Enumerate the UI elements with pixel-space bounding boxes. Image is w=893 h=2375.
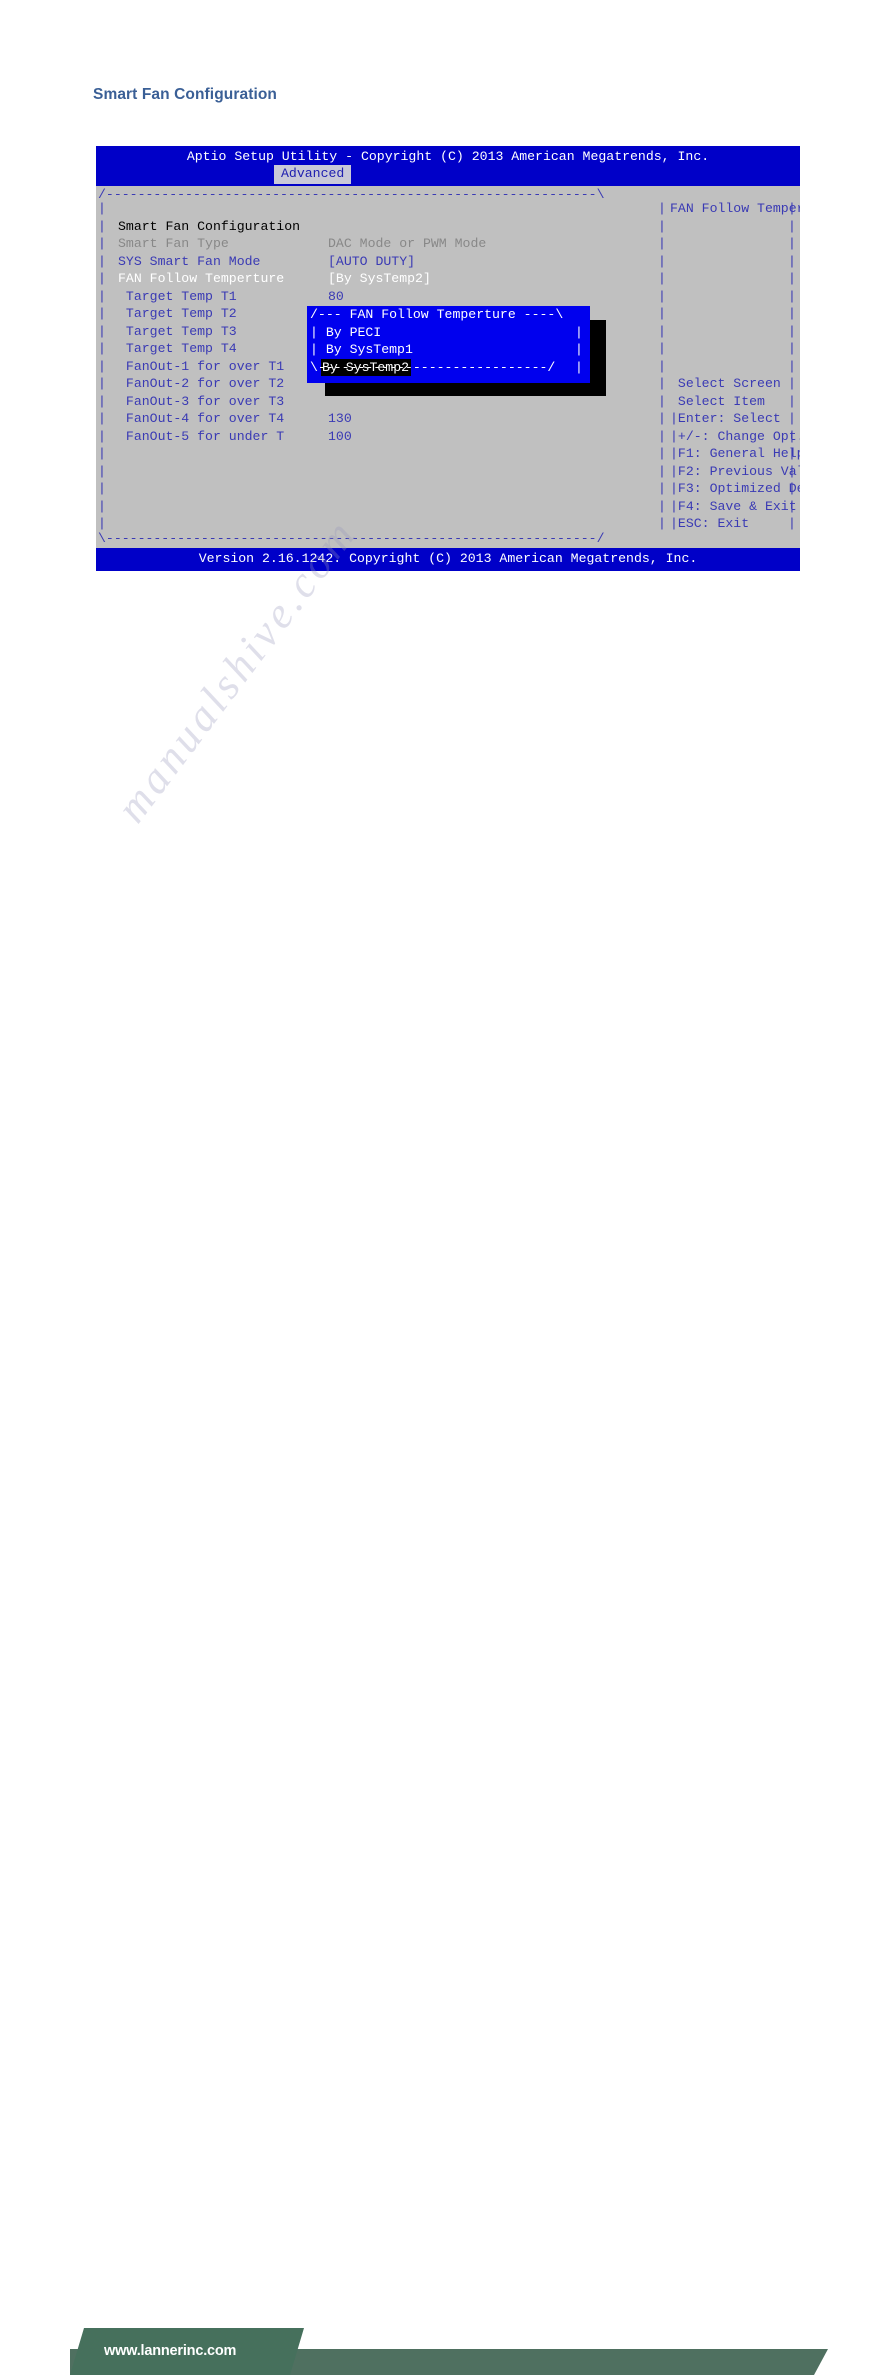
frame-middle-divider: | | | | | | | | | | | | | | | | | | |	[658, 201, 666, 531]
option-label: FanOut-4 for over T4	[118, 411, 285, 426]
option-value: DAC Mode or PWM Mode	[328, 236, 487, 251]
section-header-label: Smart Fan Configuration	[118, 218, 301, 234]
option-value: 130	[328, 411, 352, 426]
option-label: FanOut-5 for under T	[118, 428, 285, 444]
option-label: FanOut-1 for over T1	[118, 358, 285, 374]
option-label: Target Temp T1	[118, 288, 237, 304]
banner-url[interactable]: www.lannerinc.com	[104, 2343, 236, 2359]
option-label: Target Temp T4	[118, 341, 237, 356]
option-row[interactable]: SYS Smart Fan Mode [AUTO DUTY]	[96, 253, 656, 271]
option-label: Target Temp T3	[118, 323, 237, 339]
option-value: [By SysTemp2]	[328, 271, 431, 286]
help-key-line: |ESC: Exit	[670, 516, 750, 531]
bios-titlebar: Aptio Setup Utility - Copyright (C) 2013…	[96, 146, 800, 186]
option-value: 100	[328, 428, 352, 444]
bios-footerbar: Version 2.16.1242. Copyright (C) 2013 Am…	[96, 548, 800, 571]
option-row[interactable]: FanOut-4 for over T4 130	[96, 410, 656, 428]
popup-option[interactable]: | By PECI	[310, 324, 381, 342]
popup-title: /--- FAN Follow Temperture ----\	[310, 307, 564, 322]
footer-banner: www.lannerinc.com	[0, 1160, 893, 2375]
popup-right-edge-3: |	[575, 359, 583, 375]
help-key-line: Select Item	[670, 393, 765, 409]
help-key-line: |Enter: Select	[670, 411, 781, 426]
option-label: SYS Smart Fan Mode	[118, 253, 261, 269]
option-label: Target Temp T2	[118, 306, 237, 321]
option-row[interactable]: Smart Fan Type DAC Mode or PWM Mode	[96, 235, 656, 253]
help-title: FAN Follow Temperture	[670, 201, 800, 216]
option-label: Smart Fan Type	[118, 236, 229, 251]
page-title: Smart Fan Configuration	[93, 86, 277, 103]
help-key-line: |F3: Optimized Defaults	[670, 481, 800, 496]
help-key-line: Select Screen	[670, 376, 781, 391]
help-key-line: |+/-: Change Opt.	[670, 428, 800, 444]
tab-advanced[interactable]: Advanced	[274, 165, 352, 184]
frame-bottom-border: \---------------------------------------…	[98, 531, 605, 546]
option-row[interactable]: Target Temp T1 80	[96, 288, 656, 306]
help-key-line: |F2: Previous Values	[670, 463, 800, 479]
option-row[interactable]: FAN Follow Temperture [By SysTemp2]	[96, 270, 656, 288]
option-label: FanOut-2 for over T2	[118, 376, 285, 391]
fan-follow-temperture-popup[interactable]: /--- FAN Follow Temperture ----\ | By PE…	[307, 306, 590, 383]
popup-right-edge-2: |	[575, 342, 583, 357]
help-key-line: |F1: General Help	[670, 446, 800, 461]
bios-version-text: Version 2.16.1242. Copyright (C) 2013 Am…	[198, 551, 698, 566]
option-value: [AUTO DUTY]	[328, 253, 416, 269]
popup-bottom-border: \-----------------------------/	[310, 360, 556, 375]
option-label: FanOut-3 for over T3	[118, 393, 285, 409]
help-key-line: |F4: Save & Exit	[670, 498, 797, 514]
option-row[interactable]: FanOut-5 for under T 100	[96, 428, 656, 446]
popup-right-edge-1: |	[575, 324, 583, 340]
popup-option[interactable]: | By SysTemp1	[310, 341, 413, 359]
section-header-row: Smart Fan Configuration	[96, 200, 656, 234]
option-value: 80	[328, 288, 344, 304]
bios-title-text: Aptio Setup Utility - Copyright (C) 2013…	[186, 149, 710, 164]
option-label: FAN Follow Temperture	[118, 271, 285, 286]
